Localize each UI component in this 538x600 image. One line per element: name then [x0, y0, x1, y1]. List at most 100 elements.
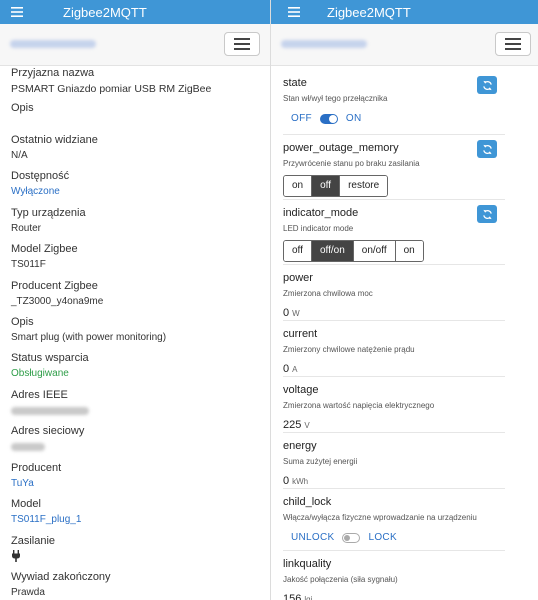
- hamburger-menu-icon[interactable]: [271, 7, 317, 17]
- reading-unit: lqi: [304, 595, 313, 600]
- app-title: Zigbee2MQTT: [63, 4, 147, 20]
- attr-description-2: Opis Smart plug (with power monitoring): [11, 315, 266, 345]
- device-exposes-pane: Zigbee2MQTT state Stan wł/wył tego przeł…: [270, 0, 538, 600]
- state-toggle-switch[interactable]: [319, 113, 338, 124]
- attr-power-source: Zasilanie: [11, 534, 266, 566]
- attr-availability: Dostępność Wyłączone: [11, 169, 266, 199]
- feature-description: Zmierzona wartość napięcia elektrycznego: [283, 401, 435, 410]
- divider: [283, 199, 505, 200]
- feature-state: state Stan wł/wył tego przełącznika OFF …: [283, 76, 505, 124]
- attr-network-address: Adres sieciowy: [11, 424, 266, 456]
- current-reading: 0A: [283, 363, 505, 375]
- option-off-button[interactable]: off: [312, 176, 341, 196]
- option-on-button[interactable]: on: [284, 176, 313, 196]
- divider: [283, 432, 505, 433]
- attr-value: Smart plug (with power monitoring): [11, 332, 167, 343]
- manufacturer-link[interactable]: TuYa: [11, 477, 266, 491]
- attr-label: Model: [11, 498, 41, 510]
- option-off-button[interactable]: off: [284, 241, 312, 261]
- attr-description: Opis: [11, 101, 266, 115]
- feature-description: Stan wł/wył tego przełącznika: [283, 94, 388, 103]
- model-link[interactable]: TS011F_plug_1: [11, 513, 266, 527]
- feature-indicator-mode: indicator_mode LED indicator mode off of…: [283, 206, 505, 262]
- feature-description: LED indicator mode: [283, 224, 354, 233]
- attr-label: Opis: [11, 102, 34, 114]
- attr-friendly-name: Przyjazna nazwa PSMART Gniazdo pomiar US…: [11, 66, 266, 96]
- blurred-address: [281, 40, 367, 48]
- attr-ieee-address: Adres IEEE: [11, 388, 266, 420]
- state-switch-row: OFF ON: [291, 113, 505, 124]
- reading-value: 0: [283, 475, 290, 487]
- availability-link[interactable]: Wyłączone: [11, 185, 266, 199]
- attr-label: Status wsparcia: [11, 352, 89, 364]
- state-off-label[interactable]: OFF: [291, 113, 312, 124]
- attr-label: Adres IEEE: [11, 389, 68, 401]
- attr-interview-completed: Wywiad zakończony Prawda: [11, 570, 266, 600]
- option-on-button[interactable]: on: [395, 241, 423, 261]
- attr-label: Model Zigbee: [11, 243, 78, 255]
- blurred-ieee-value: [11, 407, 89, 415]
- refresh-icon[interactable]: [477, 76, 497, 94]
- feature-description: Włącza/wyłącza fizyczne wprowadzanie na …: [283, 513, 477, 522]
- navbar-toggle-button[interactable]: [495, 32, 531, 56]
- child-lock-unlock-label[interactable]: UNLOCK: [291, 532, 334, 543]
- attr-model: Model TS011F_plug_1: [11, 497, 266, 527]
- linkquality-reading: 156 lqi: [283, 593, 505, 600]
- voltage-reading: 225 V: [283, 419, 505, 431]
- divider: [283, 488, 505, 489]
- refresh-icon[interactable]: [477, 140, 497, 158]
- feature-energy: energy Suma zużytej energii 0 kWh: [283, 439, 505, 487]
- divider: [283, 134, 505, 135]
- attr-label: Wywiad zakończony: [11, 571, 111, 583]
- attr-zigbee-model: Model Zigbee TS011F: [11, 242, 266, 272]
- attr-label: Przyjazna nazwa: [11, 67, 95, 79]
- feature-child-lock: child_lock Włącza/wyłącza fizyczne wprow…: [283, 495, 505, 543]
- power-outage-memory-options: on off restore: [283, 175, 389, 197]
- feature-name: power: [283, 272, 313, 284]
- app-header: Zigbee2MQTT: [0, 0, 270, 24]
- state-on-label[interactable]: ON: [346, 113, 362, 124]
- reading-value: 225: [283, 419, 302, 431]
- feature-name: current: [283, 328, 318, 340]
- divider: [283, 376, 505, 377]
- child-lock-toggle-switch[interactable]: [342, 532, 361, 543]
- app-header: Zigbee2MQTT: [271, 0, 538, 24]
- feature-description: Zmierzony chwilowe natężenie prądu: [283, 345, 415, 354]
- hamburger-menu-icon[interactable]: [0, 7, 34, 17]
- refresh-icon[interactable]: [477, 205, 497, 223]
- attr-value: N/A: [11, 150, 28, 161]
- navbar: [0, 24, 270, 66]
- feature-name: voltage: [283, 384, 319, 396]
- reading-unit: V: [304, 421, 310, 430]
- feature-description: Suma zużytej energii: [283, 457, 358, 466]
- attr-value: Prawda: [11, 587, 45, 598]
- divider: [283, 320, 505, 321]
- child-lock-lock-label[interactable]: LOCK: [368, 532, 396, 543]
- feature-name: child_lock: [283, 496, 332, 508]
- feature-name: indicator_mode: [283, 207, 359, 219]
- energy-reading: 0 kWh: [283, 475, 505, 487]
- feature-name: state: [283, 77, 307, 89]
- divider: [283, 264, 505, 265]
- attr-label: Producent Zigbee: [11, 280, 98, 292]
- option-off-on-button[interactable]: off/on: [311, 241, 354, 261]
- attr-label: Dostępność: [11, 170, 70, 182]
- blurred-address: [10, 40, 96, 48]
- attr-label: Typ urządzenia: [11, 207, 86, 219]
- feature-current: current Zmierzony chwilowe natężenie prą…: [283, 327, 505, 375]
- feature-description: Zmierzona chwilowa moc: [283, 289, 373, 298]
- attr-last-seen: Ostatnio widziane N/A: [11, 133, 266, 163]
- attr-label: Ostatnio widziane: [11, 134, 98, 146]
- option-on-off-button[interactable]: on/off: [353, 241, 396, 261]
- device-info-pane: Zigbee2MQTT Przyjazna nazwa PSMART Gniaz…: [0, 0, 270, 600]
- attr-label: Opis: [11, 316, 34, 328]
- feature-description: Jakość połączenia (siła sygnału): [283, 575, 398, 584]
- feature-linkquality: linkquality Jakość połączenia (siła sygn…: [283, 557, 505, 600]
- attr-value: _TZ3000_y4ona9me: [11, 296, 104, 307]
- support-status-link[interactable]: Obsługiwane: [11, 367, 266, 381]
- reading-value: 0: [283, 307, 290, 319]
- navbar-toggle-button[interactable]: [224, 32, 260, 56]
- option-restore-button[interactable]: restore: [340, 176, 388, 196]
- blurred-network-value: [11, 443, 45, 451]
- feature-description: Przywrócenie stanu po braku zasilania: [283, 159, 420, 168]
